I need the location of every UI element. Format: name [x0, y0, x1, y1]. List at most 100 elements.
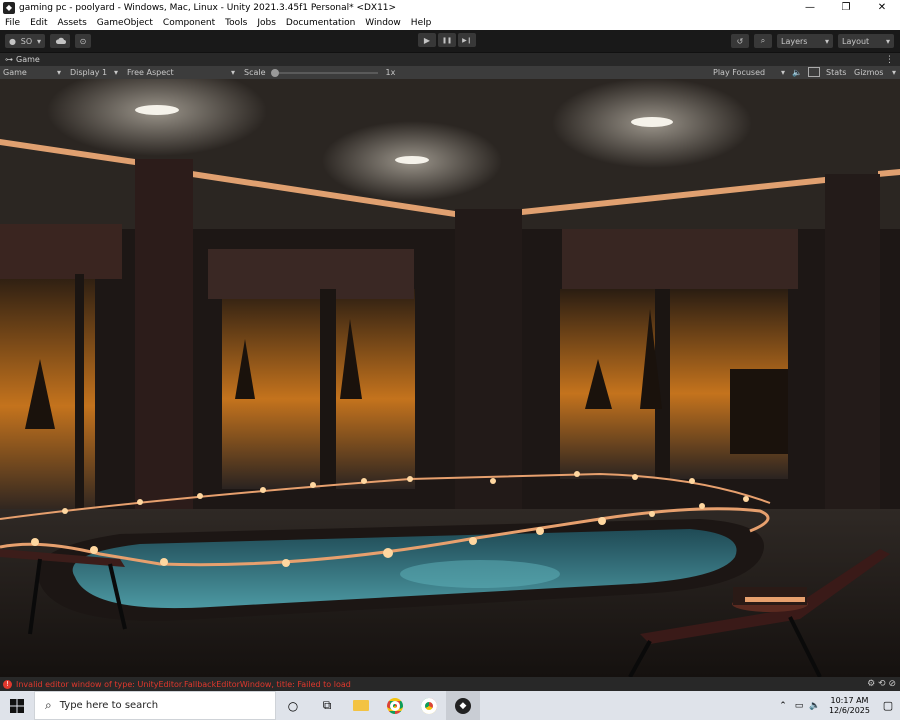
search-button[interactable]: ⌕	[754, 34, 772, 48]
play-button[interactable]: ▶	[418, 33, 436, 47]
task-view-button[interactable]: ⧉	[310, 691, 344, 720]
taskbar-clock[interactable]: 10:17 AM 12/6/2025	[829, 696, 870, 716]
play-icon: ▶	[423, 35, 431, 45]
frame-debugger-icon[interactable]	[808, 67, 820, 77]
menu-file[interactable]: File	[0, 18, 25, 28]
layout-label: Layout	[842, 36, 870, 46]
volume-icon[interactable]: 🔈	[807, 701, 823, 711]
play-focus-label: Play Focused	[713, 68, 766, 77]
game-viewport[interactable]	[0, 79, 900, 677]
pillar	[455, 209, 522, 509]
chevron-up-icon[interactable]: ⌃	[775, 701, 791, 711]
cloud-icon	[55, 37, 66, 44]
chevron-down-icon: ▾	[780, 68, 785, 77]
window-controls: — ❐ ✕	[792, 0, 900, 16]
menu-component[interactable]: Component	[158, 18, 220, 28]
game-window-tab: ⊶ Game ⋮	[0, 52, 900, 66]
play-focus-dropdown[interactable]: Play Focused ▾	[710, 66, 788, 79]
cloud-button[interactable]	[50, 34, 70, 48]
aspect-label: Free Aspect	[127, 68, 174, 77]
chrome-button[interactable]	[378, 691, 412, 720]
status-message: Invalid editor window of type: UnityEdit…	[16, 679, 351, 689]
unity-taskbar-button[interactable]: ◆	[446, 691, 480, 720]
unity-logo-icon: ◆	[3, 2, 15, 14]
side-table-light	[745, 597, 805, 602]
network-icon[interactable]: ▭	[791, 701, 807, 711]
audio-mute-icon[interactable]: 🔈	[792, 68, 802, 77]
window-mullion	[75, 274, 84, 514]
cloud-status-icon[interactable]: ⊘	[888, 679, 896, 689]
notification-icon[interactable]: ▢	[876, 699, 900, 712]
account-dropdown[interactable]: ● SO ▾	[5, 34, 45, 48]
layers-label: Layers	[781, 36, 808, 46]
pause-button[interactable]: ❚❚	[438, 33, 456, 47]
menu-bar: File Edit Assets GameObject Component To…	[0, 16, 900, 30]
menu-help[interactable]: Help	[406, 18, 437, 28]
menu-jobs[interactable]: Jobs	[252, 18, 281, 28]
pool-scene-render	[0, 79, 900, 677]
side-table	[733, 587, 807, 605]
building-silhouette	[730, 369, 788, 454]
chevron-down-icon: ▾	[113, 68, 118, 77]
chrome-profile-button[interactable]	[412, 691, 446, 720]
task-view-icon: ⧉	[322, 698, 332, 712]
debug-mode-icon[interactable]: ⚙	[867, 679, 875, 689]
search-placeholder: Type here to search	[59, 700, 159, 711]
step-button[interactable]: ▶❙	[458, 33, 476, 47]
chevron-down-icon: ▾	[56, 68, 61, 77]
game-view-controls: Game ▾ Display 1 ▾ Free Aspect ▾ Scale 1…	[0, 66, 900, 79]
search-icon: ⌕	[760, 36, 766, 45]
start-button[interactable]	[0, 691, 34, 720]
collab-icon: ⊙	[79, 36, 87, 46]
progress-icon[interactable]: ⟲	[878, 679, 886, 689]
window-blind	[562, 229, 798, 289]
menu-window[interactable]: Window	[360, 18, 406, 28]
menu-gameobject[interactable]: GameObject	[92, 18, 158, 28]
file-explorer-button[interactable]	[344, 691, 378, 720]
history-button[interactable]: ↺	[731, 34, 749, 48]
window-blind	[208, 249, 414, 299]
display-label: Display 1	[70, 68, 108, 77]
scale-slider[interactable]	[270, 68, 378, 77]
scale-value: 1x	[385, 68, 396, 77]
folder-icon	[353, 700, 369, 711]
pause-icon: ❚❚	[441, 36, 453, 44]
main-toolbar: ● SO ▾ ⊙ ▶ ❚❚ ▶❙ ↺ ⌕ Layers ▾ Layout ▾	[0, 30, 900, 52]
more-options-icon[interactable]: ⋮	[885, 55, 894, 65]
chevron-down-icon: ▾	[230, 68, 235, 77]
clock-time: 10:17 AM	[830, 695, 869, 705]
chevron-down-icon: ▾	[36, 36, 41, 46]
circle-icon: ○	[287, 698, 299, 713]
layout-dropdown[interactable]: Layout ▾	[838, 34, 894, 48]
restore-button[interactable]: ❐	[828, 0, 864, 16]
minimize-button[interactable]: —	[792, 0, 828, 16]
aspect-dropdown[interactable]: Free Aspect ▾	[124, 66, 238, 79]
view-dropdown[interactable]: Game ▾	[0, 66, 64, 79]
display-dropdown[interactable]: Display 1 ▾	[67, 66, 121, 79]
pool-step	[400, 560, 560, 588]
menu-tools[interactable]: Tools	[220, 18, 252, 28]
taskbar-search-box[interactable]: ⌕ Type here to search	[34, 691, 276, 720]
collab-button[interactable]: ⊙	[75, 34, 91, 48]
window-title: gaming pc - poolyard - Windows, Mac, Lin…	[19, 3, 397, 13]
chevron-down-icon: ▾	[885, 36, 890, 46]
view-label: Game	[3, 68, 27, 77]
scale-slider-handle[interactable]	[270, 68, 279, 77]
clock-date: 12/6/2025	[828, 705, 870, 715]
tab-game[interactable]: Game	[16, 55, 40, 64]
close-button[interactable]: ✕	[864, 0, 900, 16]
console-status-bar[interactable]: ! Invalid editor window of type: UnityEd…	[0, 677, 900, 691]
cortana-button[interactable]: ○	[276, 691, 310, 720]
toolbar-right: ↺ ⌕ Layers ▾ Layout ▾	[731, 34, 894, 48]
menu-assets[interactable]: Assets	[53, 18, 92, 28]
gizmos-dropdown[interactable]: Gizmos ▾	[851, 66, 899, 79]
menu-documentation[interactable]: Documentation	[281, 18, 360, 28]
windows-taskbar: ⌕ Type here to search ○ ⧉ ◆ ⌃ ▭ 🔈 10:17 …	[0, 691, 900, 720]
stats-toggle[interactable]: Stats	[826, 68, 846, 77]
layers-dropdown[interactable]: Layers ▾	[777, 34, 833, 48]
window-blind	[0, 224, 122, 279]
menu-edit[interactable]: Edit	[25, 18, 52, 28]
search-icon: ⌕	[45, 698, 52, 712]
window-titlebar: ◆ gaming pc - poolyard - Windows, Mac, L…	[0, 0, 900, 16]
error-icon: !	[3, 679, 12, 689]
